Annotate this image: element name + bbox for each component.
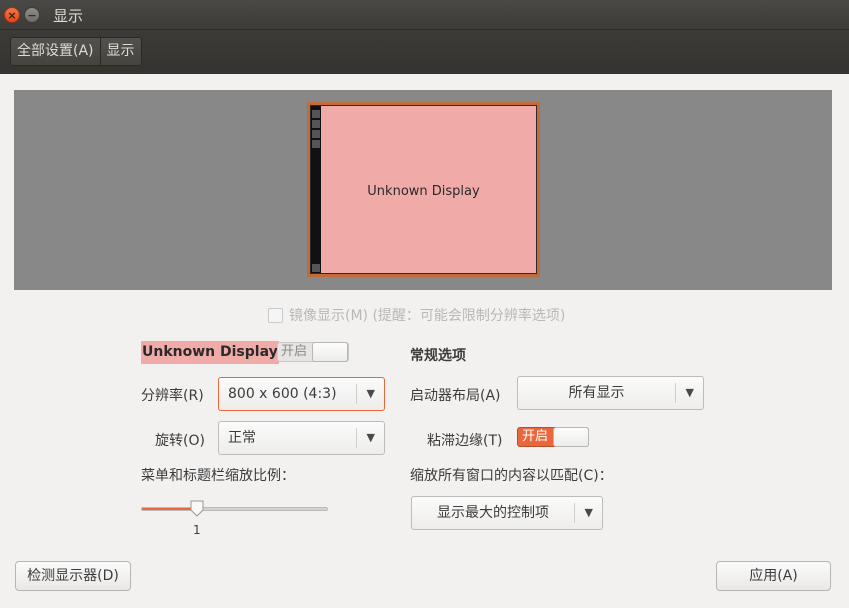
toggle-knob — [312, 342, 348, 362]
chevron-down-icon: ▼ — [584, 506, 593, 519]
sticky-edges-label: 粘滞边缘(T) — [427, 433, 503, 449]
monitor-label: Unknown Display — [367, 184, 480, 199]
all-settings-button[interactable]: 全部设置(A) — [11, 38, 100, 65]
toggle-knob — [553, 427, 589, 447]
detect-displays-button[interactable]: 检测显示器(D) — [15, 561, 131, 591]
scale-label: 菜单和标题栏缩放比例： — [141, 468, 295, 484]
scale-tick-label: 1 — [193, 523, 201, 537]
window-title: 显示 — [53, 7, 84, 25]
toggle-label: 开启 — [522, 429, 549, 444]
launcher-placement-combo[interactable]: 所有显示 ▼ — [517, 376, 704, 410]
launcher-placement-value: 所有显示 — [568, 385, 625, 401]
close-icon[interactable]: × — [4, 7, 20, 23]
chevron-down-icon: ▼ — [685, 386, 694, 399]
mirror-displays-row: 镜像显示(M) (提醒：可能会限制分辨率选项) — [268, 305, 565, 325]
monitor-preview[interactable]: Unknown Display — [307, 102, 540, 277]
general-options-heading: 常规选项 — [410, 348, 466, 364]
minimize-icon[interactable]: − — [24, 7, 40, 23]
sticky-edges-toggle[interactable]: 开启 — [517, 427, 589, 447]
breadcrumb: 全部设置(A) 显示 — [10, 37, 142, 66]
toolbar: 全部设置(A) 显示 — [0, 30, 849, 74]
resolution-label: 分辨率(R) — [141, 388, 204, 404]
rotation-value: 正常 — [228, 430, 256, 446]
chevron-down-icon: ▼ — [366, 387, 375, 400]
scale-windows-combo[interactable]: 显示最大的控制项 ▼ — [411, 496, 603, 530]
resolution-combo[interactable]: 800 x 600 (4:3) ▼ — [218, 377, 385, 411]
mirror-label: 镜像显示(M) (提醒：可能会限制分辨率选项) — [289, 308, 566, 324]
launcher-placement-label: 启动器布局(A) — [410, 388, 501, 404]
rotation-combo[interactable]: 正常 ▼ — [218, 421, 385, 455]
chevron-down-icon: ▼ — [366, 431, 375, 444]
resolution-value: 800 x 600 (4:3) — [228, 386, 337, 402]
apply-button[interactable]: 应用(A) — [716, 561, 831, 591]
scale-windows-label: 缩放所有窗口的内容以匹配(C)： — [410, 468, 613, 484]
scale-slider-handle[interactable] — [190, 500, 204, 517]
mirror-checkbox[interactable] — [268, 307, 283, 323]
display-name: Unknown Display — [141, 341, 279, 364]
title-bar: × − 显示 — [0, 0, 849, 30]
toggle-label: 开启 — [281, 344, 308, 359]
display-crumb-button[interactable]: 显示 — [99, 38, 141, 65]
scale-slider[interactable] — [141, 507, 328, 511]
scale-windows-value: 显示最大的控制项 — [437, 505, 549, 521]
display-enable-toggle[interactable]: 开启 — [277, 342, 349, 362]
rotation-label: 旋转(O) — [155, 433, 205, 449]
